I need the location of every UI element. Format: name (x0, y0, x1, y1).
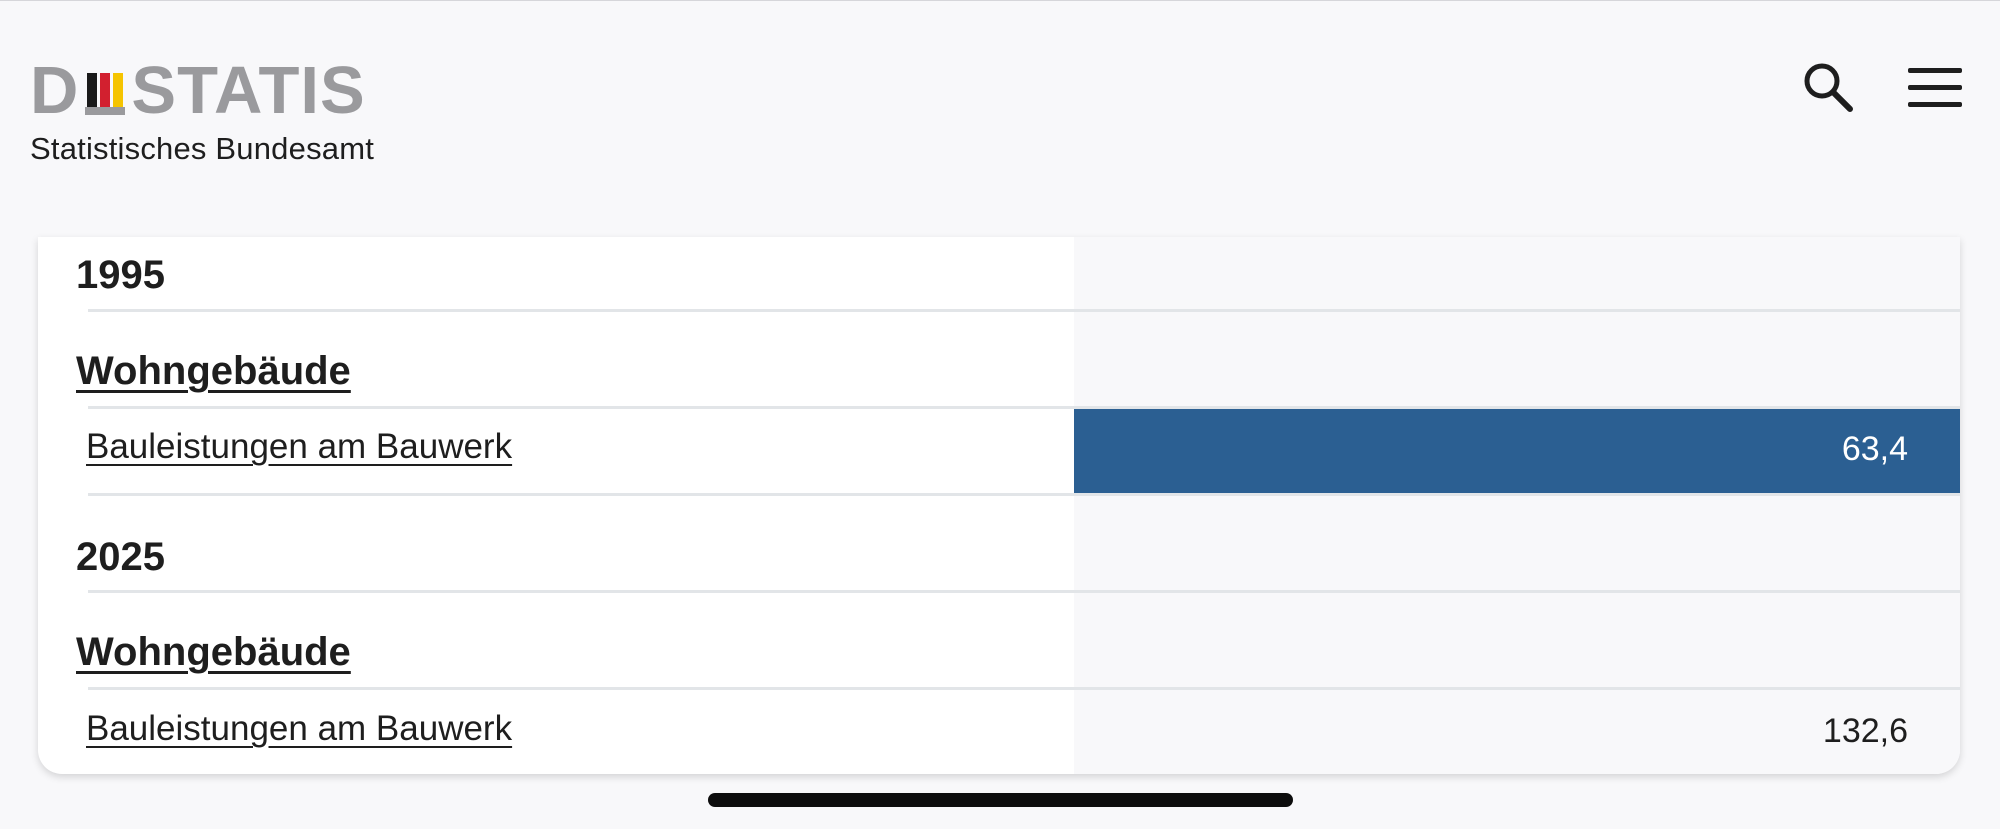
site-header: D STATIS Statistisches Bundesamt (0, 0, 2000, 237)
menu-button[interactable] (1905, 59, 1965, 119)
group-link-wohngebaeude[interactable]: Wohngebäude (76, 630, 351, 675)
search-button[interactable] (1800, 59, 1860, 119)
group-link-wohngebaeude[interactable]: Wohngebäude (76, 349, 351, 394)
search-icon (1804, 63, 1853, 112)
data-table-card: 1995 Wohngebäude Bauleistungen am Bauwer… (38, 237, 1960, 774)
logo-flag-icon (85, 65, 126, 115)
row-divider (88, 590, 1960, 593)
item-link-bauleistungen[interactable]: Bauleistungen am Bauwerk (86, 427, 512, 467)
year-heading-1995: 1995 (76, 253, 165, 297)
value-cell-1995: 63,4 (1841, 430, 1908, 468)
destatis-logo[interactable]: D STATIS (30, 53, 366, 128)
year-heading-2025: 2025 (76, 535, 165, 579)
logo-subtitle: Statistisches Bundesamt (30, 131, 375, 166)
item-link-bauleistungen[interactable]: Bauleistungen am Bauwerk (86, 709, 512, 749)
value-bar-1995 (1074, 409, 1960, 493)
logo-letter-d: D (30, 53, 80, 128)
row-divider (88, 687, 1960, 690)
logo-letters-statis: STATIS (131, 53, 366, 128)
value-cell-2025: 132,6 (1822, 712, 1908, 750)
hamburger-menu-icon (1908, 68, 1962, 107)
home-indicator[interactable] (708, 793, 1293, 807)
row-divider (88, 493, 1960, 496)
row-divider (88, 309, 1960, 312)
value-column (1074, 237, 1960, 774)
